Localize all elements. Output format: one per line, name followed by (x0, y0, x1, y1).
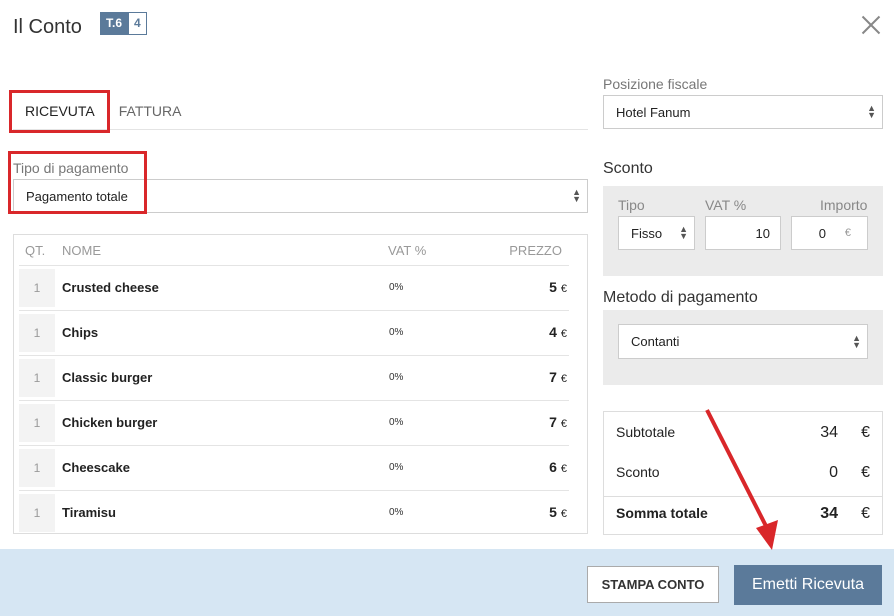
item-price: 6 € (549, 459, 567, 475)
discount-total-currency: € (861, 464, 870, 481)
item-vat: 0% (389, 417, 404, 428)
discount-type-label: Tipo (618, 197, 645, 213)
discount-vat-input[interactable]: 10 (705, 216, 781, 250)
table-number-badge: T.6 (100, 12, 129, 35)
item-vat: 0% (389, 507, 404, 518)
grand-total-label: Somma totale (616, 505, 708, 521)
discount-vat-value: 10 (755, 226, 770, 241)
item-price: 5 € (549, 279, 567, 295)
payment-method-select[interactable]: Contanti ▲ ▼ (618, 324, 868, 359)
item-currency: € (560, 463, 567, 475)
item-currency: € (560, 418, 567, 430)
subtotal-label: Subtotale (616, 424, 676, 440)
item-currency: € (560, 283, 567, 295)
subtotal-value: 34 (820, 424, 838, 441)
item-price-value: 7 (549, 369, 557, 385)
guest-count-badge: 4 (128, 12, 147, 35)
item-qty[interactable]: 1 (19, 269, 55, 307)
grand-total-currency: € (861, 505, 870, 522)
col-header-price: PREZZO (509, 243, 562, 258)
item-price-value: 4 (549, 324, 557, 340)
discount-total-value: 0 (829, 464, 838, 481)
discount-type-value: Fisso (631, 225, 663, 241)
discount-title: Sconto (603, 160, 653, 177)
table-row[interactable]: 1 Crusted cheese 0% 5 € (19, 265, 569, 310)
col-header-qty: QT. (25, 243, 46, 258)
discount-amount-label: Importo (820, 197, 868, 213)
discount-vat-label: VAT % (705, 197, 747, 213)
item-name: Chips (62, 325, 99, 340)
item-price: 5 € (549, 504, 567, 520)
item-name: Chicken burger (62, 415, 158, 430)
discount-amount-currency: € (844, 227, 851, 239)
fiscal-position-label: Posizione fiscale (603, 76, 708, 92)
item-vat: 0% (389, 282, 404, 293)
annotation-highlight-payment-type (8, 151, 147, 214)
select-arrows-icon: ▲ ▼ (852, 332, 861, 350)
print-bill-button[interactable]: STAMPA CONTO (587, 566, 719, 603)
col-header-vat: VAT % (388, 243, 427, 258)
emit-receipt-button[interactable]: Emetti Ricevuta (734, 565, 882, 605)
tab-fattura[interactable]: FATTURA (107, 93, 194, 129)
discount-type-select[interactable]: Fisso ▲ ▼ (618, 216, 695, 250)
table-row[interactable]: 1 Classic burger 0% 7 € (19, 355, 569, 400)
item-qty[interactable]: 1 (19, 404, 55, 442)
item-price-value: 7 (549, 414, 557, 430)
grand-total-row: Somma totale 34 € (616, 505, 870, 522)
totals-box: Subtotale 34 € Sconto 0 € Somma totale 3… (603, 411, 883, 535)
item-currency: € (560, 508, 567, 520)
item-vat: 0% (389, 327, 404, 338)
discount-total-label: Sconto (616, 464, 660, 480)
item-price-value: 5 (549, 504, 557, 520)
item-name: Classic burger (62, 370, 153, 385)
item-name: Cheescake (62, 460, 130, 475)
item-vat: 0% (389, 462, 404, 473)
subtotal-row: Subtotale 34 € (616, 424, 870, 441)
item-vat: 0% (389, 372, 404, 383)
fiscal-position-value: Hotel Fanum (616, 104, 691, 120)
payment-method-value: Contanti (631, 334, 680, 349)
table-row[interactable]: 1 Cheescake 0% 6 € (19, 445, 569, 490)
table-badge: T.6 4 (100, 12, 147, 35)
item-price: 7 € (549, 369, 567, 385)
totals-divider (604, 496, 882, 497)
select-arrows-icon: ▲ ▼ (679, 224, 688, 241)
item-qty[interactable]: 1 (19, 494, 55, 532)
fiscal-position-select[interactable]: Hotel Fanum ▲ ▼ (603, 95, 883, 129)
discount-amount-input[interactable]: 0 € (791, 216, 868, 250)
col-header-name: NOME (62, 243, 101, 258)
item-currency: € (560, 328, 567, 340)
select-arrows-icon: ▲ ▼ (572, 187, 581, 204)
item-price: 7 € (549, 414, 567, 430)
item-name: Tiramisu (62, 505, 116, 520)
annotation-highlight-tab (9, 90, 110, 133)
subtotal-currency: € (861, 424, 870, 441)
select-arrows-icon: ▲ ▼ (867, 103, 876, 120)
dialog-title: Il Conto (13, 16, 82, 38)
item-name: Crusted cheese (62, 280, 159, 295)
item-qty[interactable]: 1 (19, 314, 55, 352)
item-qty[interactable]: 1 (19, 359, 55, 397)
discount-amount-value: 0 (818, 226, 826, 241)
grand-total-value: 34 (820, 505, 838, 522)
item-price: 4 € (549, 324, 567, 340)
payment-method-title: Metodo di pagamento (603, 289, 758, 306)
item-currency: € (560, 373, 567, 385)
table-row[interactable]: 1 Chips 0% 4 € (19, 310, 569, 355)
item-price-value: 5 (549, 279, 557, 295)
item-price-value: 6 (549, 459, 557, 475)
table-row[interactable]: 1 Tiramisu 0% 5 € (19, 490, 569, 535)
discount-row: Sconto 0 € (616, 464, 870, 481)
table-row[interactable]: 1 Chicken burger 0% 7 € (19, 400, 569, 445)
items-table: QT. NOME VAT % PREZZO 1 Crusted cheese 0… (13, 234, 588, 534)
item-qty[interactable]: 1 (19, 449, 55, 487)
close-icon[interactable] (858, 12, 884, 38)
